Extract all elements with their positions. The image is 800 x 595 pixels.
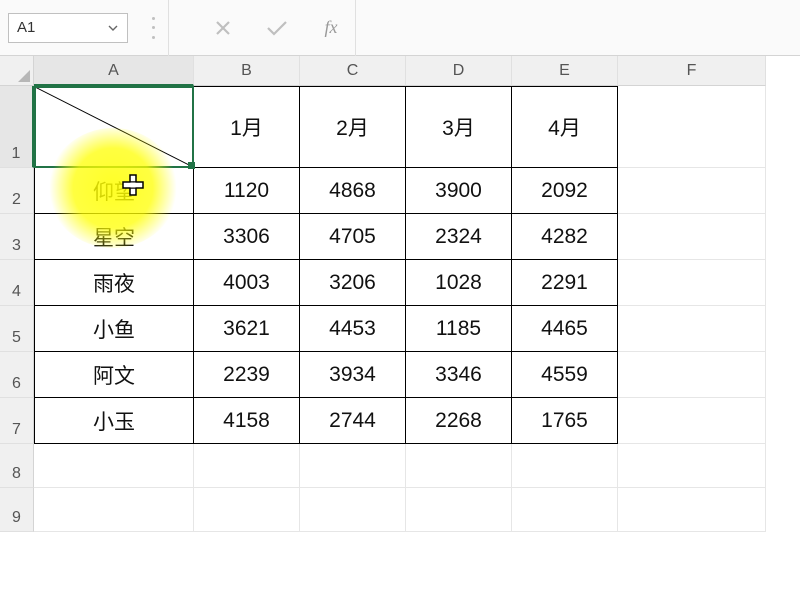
table-row: 2 仰望 1120 4868 3900 2092: [0, 168, 800, 214]
row-header-2[interactable]: 2: [0, 168, 34, 214]
cell-F4[interactable]: [618, 260, 766, 306]
cell-B4[interactable]: 4003: [194, 260, 300, 306]
cell-F7[interactable]: [618, 398, 766, 444]
fx-icon: fx: [325, 17, 338, 38]
cell-B9[interactable]: [194, 488, 300, 532]
row-header-5[interactable]: 5: [0, 306, 34, 352]
cell-A5[interactable]: 小鱼: [34, 306, 194, 352]
cell-A4[interactable]: 雨夜: [34, 260, 194, 306]
formula-bar: A1 fx: [0, 0, 800, 56]
row-header-1[interactable]: 1: [0, 86, 34, 168]
grid-rows: 1 1月 2月 3月 4月 2 仰望 1120 4868 3900 2092: [0, 86, 800, 532]
cell-F5[interactable]: [618, 306, 766, 352]
formula-input[interactable]: [382, 13, 792, 43]
cell-F3[interactable]: [618, 214, 766, 260]
table-row: 7 小玉 4158 2744 2268 1765: [0, 398, 800, 444]
cell-B3[interactable]: 3306: [194, 214, 300, 260]
separator: [355, 0, 356, 56]
cell-E2[interactable]: 2092: [512, 168, 618, 214]
spreadsheet-grid[interactable]: A B C D E F 1 1月 2月 3月 4月 2: [0, 56, 800, 532]
cell-E6[interactable]: 4559: [512, 352, 618, 398]
cell-B7[interactable]: 4158: [194, 398, 300, 444]
table-row: 3 星空 3306 4705 2324 4282: [0, 214, 800, 260]
cell-E8[interactable]: [512, 444, 618, 488]
cell-C7[interactable]: 2744: [300, 398, 406, 444]
name-box-value: A1: [17, 19, 107, 36]
cell-F2[interactable]: [618, 168, 766, 214]
name-box[interactable]: A1: [8, 13, 128, 43]
cell-C5[interactable]: 4453: [300, 306, 406, 352]
cell-C2[interactable]: 4868: [300, 168, 406, 214]
table-row: 6 阿文 2239 3934 3346 4559: [0, 352, 800, 398]
cell-B1[interactable]: 1月: [194, 86, 300, 168]
cell-D6[interactable]: 3346: [406, 352, 512, 398]
table-row: 8: [0, 444, 800, 488]
cell-F8[interactable]: [618, 444, 766, 488]
cell-D3[interactable]: 2324: [406, 214, 512, 260]
cell-E5[interactable]: 4465: [512, 306, 618, 352]
cell-C9[interactable]: [300, 488, 406, 532]
cell-A2[interactable]: 仰望: [34, 168, 194, 214]
col-header-D[interactable]: D: [406, 56, 512, 86]
chevron-down-icon[interactable]: [107, 22, 119, 34]
cell-A9[interactable]: [34, 488, 194, 532]
cell-F1[interactable]: [618, 86, 766, 168]
row-header-4[interactable]: 4: [0, 260, 34, 306]
cell-E7[interactable]: 1765: [512, 398, 618, 444]
col-header-C[interactable]: C: [300, 56, 406, 86]
cell-A7[interactable]: 小玉: [34, 398, 194, 444]
cell-D2[interactable]: 3900: [406, 168, 512, 214]
cell-C4[interactable]: 3206: [300, 260, 406, 306]
table-row: 9: [0, 488, 800, 532]
cell-D7[interactable]: 2268: [406, 398, 512, 444]
cell-B8[interactable]: [194, 444, 300, 488]
cell-B2[interactable]: 1120: [194, 168, 300, 214]
col-header-A[interactable]: A: [34, 56, 194, 86]
cell-A3[interactable]: 星空: [34, 214, 194, 260]
cell-C6[interactable]: 3934: [300, 352, 406, 398]
cell-E4[interactable]: 2291: [512, 260, 618, 306]
column-headers: A B C D E F: [0, 56, 800, 86]
col-header-F[interactable]: F: [618, 56, 766, 86]
row-header-3[interactable]: 3: [0, 214, 34, 260]
cell-F9[interactable]: [618, 488, 766, 532]
cell-C8[interactable]: [300, 444, 406, 488]
separator: [168, 0, 169, 56]
cell-D8[interactable]: [406, 444, 512, 488]
cell-C3[interactable]: 4705: [300, 214, 406, 260]
insert-function-button[interactable]: fx: [317, 14, 345, 42]
cell-E9[interactable]: [512, 488, 618, 532]
cell-C1[interactable]: 2月: [300, 86, 406, 168]
col-header-E[interactable]: E: [512, 56, 618, 86]
table-row: 4 雨夜 4003 3206 1028 2291: [0, 260, 800, 306]
drag-handle-icon[interactable]: [148, 17, 158, 39]
cell-A8[interactable]: [34, 444, 194, 488]
col-header-B[interactable]: B: [194, 56, 300, 86]
diagonal-line-icon: [35, 87, 193, 167]
cell-F6[interactable]: [618, 352, 766, 398]
table-row: 5 小鱼 3621 4453 1185 4465: [0, 306, 800, 352]
row-header-6[interactable]: 6: [0, 352, 34, 398]
row-header-8[interactable]: 8: [0, 444, 34, 488]
cell-B6[interactable]: 2239: [194, 352, 300, 398]
cell-E1[interactable]: 4月: [512, 86, 618, 168]
table-row: 1 1月 2月 3月 4月: [0, 86, 800, 168]
cell-A1[interactable]: [34, 86, 194, 168]
cell-D1[interactable]: 3月: [406, 86, 512, 168]
accept-formula-button[interactable]: [263, 14, 291, 42]
cell-D9[interactable]: [406, 488, 512, 532]
cell-D5[interactable]: 1185: [406, 306, 512, 352]
cell-D4[interactable]: 1028: [406, 260, 512, 306]
cancel-formula-button[interactable]: [209, 14, 237, 42]
select-all-corner[interactable]: [0, 56, 34, 86]
cell-E3[interactable]: 4282: [512, 214, 618, 260]
row-header-9[interactable]: 9: [0, 488, 34, 532]
cell-A6[interactable]: 阿文: [34, 352, 194, 398]
row-header-7[interactable]: 7: [0, 398, 34, 444]
cell-B5[interactable]: 3621: [194, 306, 300, 352]
